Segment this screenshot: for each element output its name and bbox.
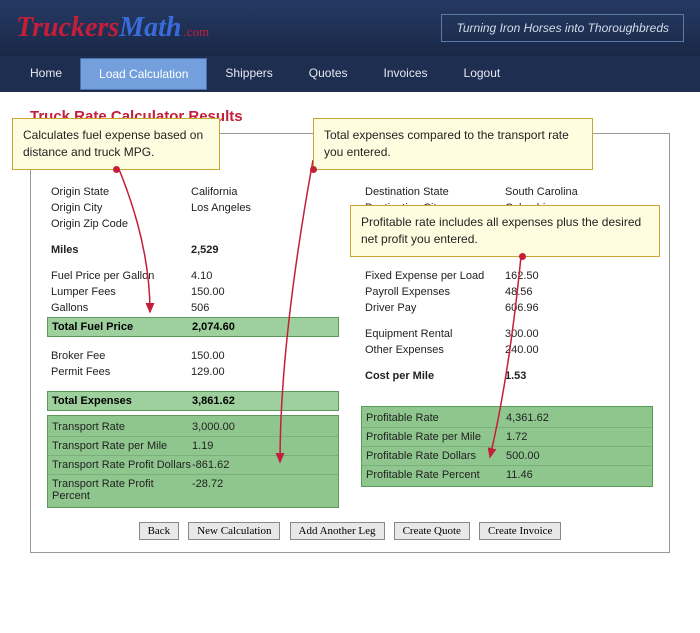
profitable-rate-pp-label: Profitable Rate Percent [366, 469, 506, 481]
payroll-label: Payroll Expenses [365, 286, 505, 298]
transport-rate-pd-value: -861.62 [192, 459, 272, 471]
new-calculation-button[interactable]: New Calculation [188, 522, 280, 540]
total-fuel-row: Total Fuel Price2,074.60 [47, 317, 339, 337]
logo-part-red: Truckers [16, 12, 119, 43]
callout-expenses: Total expenses compared to the transport… [313, 118, 593, 170]
profitable-rate-value: 4,361.62 [506, 412, 586, 424]
miles-label: Miles [51, 244, 191, 256]
profitable-rate-pd-value: 500.00 [506, 450, 586, 462]
fuel-price-label: Fuel Price per Gallon [51, 270, 191, 282]
fixed-value: 162.50 [505, 270, 585, 282]
transport-rate-pm-label: Transport Rate per Mile [52, 440, 192, 452]
callout-expenses-text: Total expenses compared to the transport… [324, 128, 569, 159]
fixed-label: Fixed Expense per Load [365, 270, 505, 282]
permit-label: Permit Fees [51, 366, 191, 378]
tagline: Turning Iron Horses into Thoroughbreds [441, 14, 684, 42]
logo-com: .com [183, 24, 209, 39]
transport-rate-value: 3,000.00 [192, 421, 272, 433]
lumper-value: 150.00 [191, 286, 271, 298]
total-expenses-label: Total Expenses [52, 395, 192, 407]
dest-state-value: South Carolina [505, 186, 585, 198]
content: Truck Rate Calculator Results Origin Sta… [0, 92, 700, 573]
callout-dot-icon [519, 253, 526, 260]
equip-value: 300.00 [505, 328, 585, 340]
gallons-value: 506 [191, 302, 271, 314]
payroll-value: 48.56 [505, 286, 585, 298]
callout-fuel-text: Calculates fuel expense based on distanc… [23, 128, 203, 159]
results-panel: Origin StateCalifornia Origin CityLos An… [30, 133, 670, 553]
origin-city-label: Origin City [51, 202, 191, 214]
callout-profitable: Profitable rate includes all expenses pl… [350, 205, 660, 257]
profitable-rate-pp-value: 11.46 [506, 469, 586, 481]
add-another-leg-button[interactable]: Add Another Leg [290, 522, 385, 540]
nav-home[interactable]: Home [12, 56, 80, 92]
other-value: 240.00 [505, 344, 585, 356]
origin-state-label: Origin State [51, 186, 191, 198]
origin-state-value: California [191, 186, 271, 198]
nav-load-calculation[interactable]: Load Calculation [80, 58, 207, 90]
miles-value: 2,529 [191, 244, 271, 256]
total-expenses-value: 3,861.62 [192, 395, 272, 407]
logo-part-blue: Math [119, 12, 181, 43]
cpm-value: 1.53 [505, 370, 585, 382]
broker-label: Broker Fee [51, 350, 191, 362]
profitable-rate-block: Profitable Rate4,361.62 Profitable Rate … [361, 406, 653, 487]
total-fuel-value: 2,074.60 [192, 321, 272, 333]
profitable-rate-pm-label: Profitable Rate per Mile [366, 431, 506, 443]
transport-rate-pm-value: 1.19 [192, 440, 272, 452]
permit-value: 129.00 [191, 366, 271, 378]
transport-rate-pd-label: Transport Rate Profit Dollars [52, 459, 192, 471]
origin-zip-value [191, 218, 271, 230]
callout-dot-icon [310, 166, 317, 173]
dest-state-label: Destination State [365, 186, 505, 198]
back-button[interactable]: Back [139, 522, 180, 540]
driver-value: 606.96 [505, 302, 585, 314]
profitable-rate-pm-value: 1.72 [506, 431, 586, 443]
create-quote-button[interactable]: Create Quote [394, 522, 470, 540]
transport-rate-label: Transport Rate [52, 421, 192, 433]
driver-label: Driver Pay [365, 302, 505, 314]
callout-dot-icon [113, 166, 120, 173]
cpm-label: Cost per Mile [365, 370, 505, 382]
nav-shippers[interactable]: Shippers [207, 56, 290, 92]
header: TruckersMath.com Turning Iron Horses int… [0, 0, 700, 56]
create-invoice-button[interactable]: Create Invoice [479, 522, 561, 540]
broker-value: 150.00 [191, 350, 271, 362]
lumper-label: Lumper Fees [51, 286, 191, 298]
nav-bar: Home Load Calculation Shippers Quotes In… [0, 56, 700, 92]
profitable-rate-label: Profitable Rate [366, 412, 506, 424]
gallons-label: Gallons [51, 302, 191, 314]
nav-invoices[interactable]: Invoices [366, 56, 446, 92]
callout-fuel: Calculates fuel expense based on distanc… [12, 118, 220, 170]
transport-rate-pp-value: -28.72 [192, 478, 272, 502]
origin-city-value: Los Angeles [191, 202, 271, 214]
nav-quotes[interactable]: Quotes [291, 56, 366, 92]
button-bar: Back New Calculation Add Another Leg Cre… [51, 522, 649, 540]
callout-profitable-text: Profitable rate includes all expenses pl… [361, 215, 641, 246]
total-fuel-label: Total Fuel Price [52, 321, 192, 333]
transport-rate-block: Transport Rate3,000.00 Transport Rate pe… [47, 415, 339, 508]
nav-logout[interactable]: Logout [446, 56, 519, 92]
logo: TruckersMath.com [16, 12, 209, 44]
total-expenses-row: Total Expenses3,861.62 [47, 391, 339, 411]
origin-zip-label: Origin Zip Code [51, 218, 191, 230]
equip-label: Equipment Rental [365, 328, 505, 340]
left-column: Origin StateCalifornia Origin CityLos An… [51, 184, 335, 508]
other-label: Other Expenses [365, 344, 505, 356]
fuel-price-value: 4.10 [191, 270, 271, 282]
profitable-rate-pd-label: Profitable Rate Dollars [366, 450, 506, 462]
transport-rate-pp-label: Transport Rate Profit Percent [52, 478, 192, 502]
